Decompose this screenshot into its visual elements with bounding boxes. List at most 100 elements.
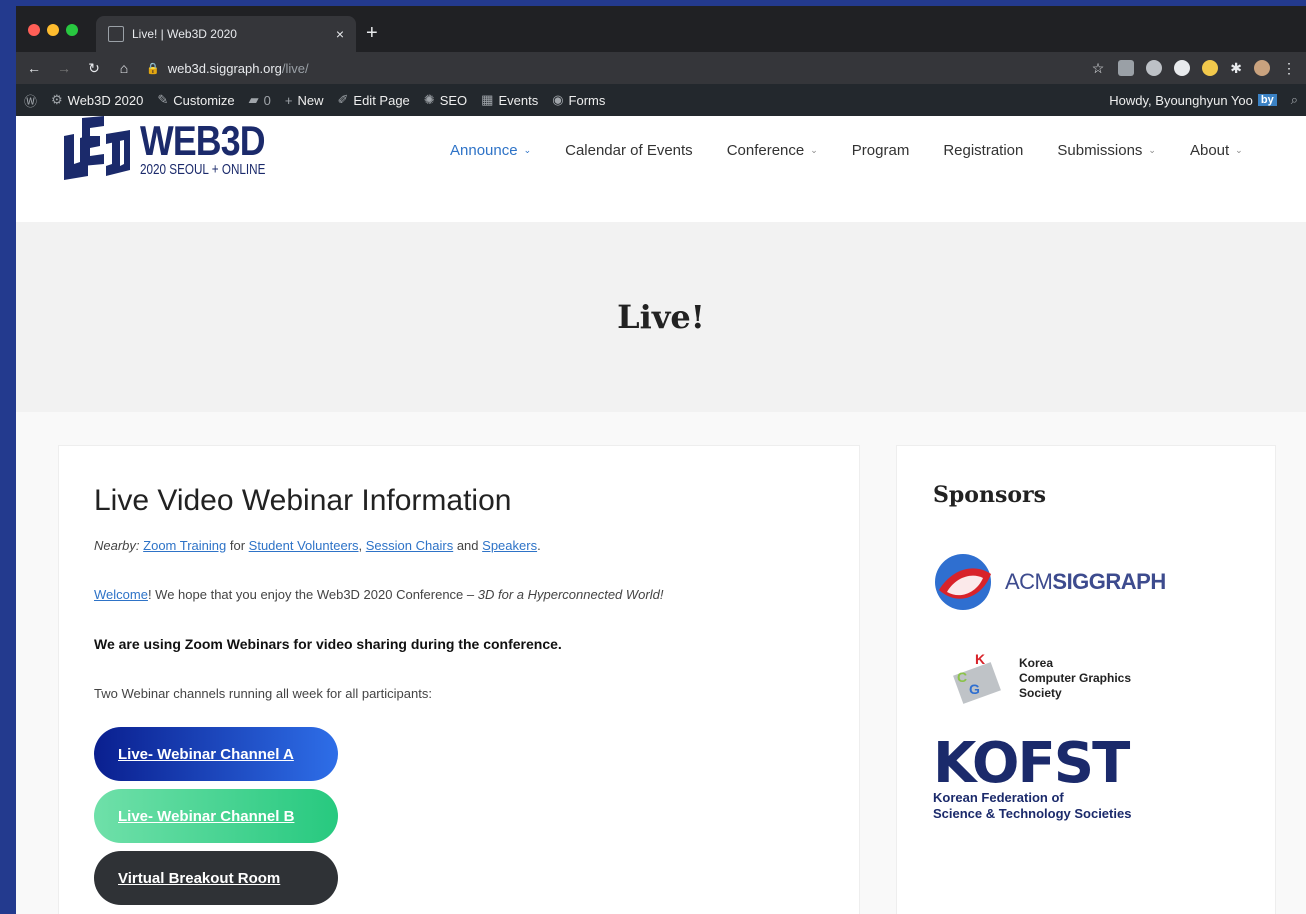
notion-extension-icon[interactable] bbox=[1118, 60, 1135, 76]
web3d-cube-icon bbox=[64, 116, 130, 180]
admin-edit-page-link[interactable]: ✐ Edit Page bbox=[338, 92, 410, 108]
zoom-note: We are using Zoom Webinars for video sha… bbox=[94, 636, 562, 652]
palette-extension-icon[interactable] bbox=[1174, 60, 1191, 76]
page-hero: Live! bbox=[16, 222, 1306, 412]
kcgs-name: Korea Computer Graphics Society bbox=[1019, 656, 1131, 701]
bookmark-star-icon[interactable]: ☆ bbox=[1092, 60, 1105, 77]
calendar-icon: ▦ bbox=[481, 92, 494, 107]
nav-about-label: About bbox=[1189, 142, 1230, 159]
logo-wordmark: WEB3D bbox=[140, 117, 266, 164]
virtual-breakout-room-button[interactable]: Virtual Breakout Room bbox=[94, 851, 338, 905]
pencil-icon: ✐ bbox=[337, 92, 349, 107]
and-text: and bbox=[456, 538, 479, 553]
session-chairs-link[interactable]: Session Chairs bbox=[366, 538, 453, 553]
acm-siggraph-sponsor[interactable]: ACMSIGGRAPH bbox=[933, 552, 1239, 612]
sponsors-title: Sponsors bbox=[933, 482, 1046, 508]
kcgs-sponsor[interactable]: K C G Korea Computer Graphics Society bbox=[947, 648, 1239, 708]
close-window-button[interactable] bbox=[28, 24, 40, 36]
extensions-area: ✱ ⋮ bbox=[1118, 60, 1296, 77]
site-header: WEB3D 2020 SEOUL + ONLINE Announce ⌄ Cale… bbox=[16, 116, 1306, 222]
admin-site-label: Web3D 2020 bbox=[67, 92, 144, 108]
welcome-link[interactable]: Welcome bbox=[94, 587, 148, 602]
admin-avatar: by bbox=[1257, 94, 1277, 106]
url-host: web3d.siggraph.org bbox=[167, 60, 282, 76]
kofst-sponsor[interactable]: KOFST Korean Federation of Science & Tec… bbox=[933, 731, 1239, 822]
nav-registration[interactable]: Registration bbox=[943, 142, 1023, 159]
webinar-channel-a-button[interactable]: Live- Webinar Channel A bbox=[94, 727, 338, 781]
site-logo[interactable]: WEB3D 2020 SEOUL + ONLINE bbox=[60, 116, 301, 182]
tab-close-icon[interactable]: × bbox=[336, 26, 344, 42]
nav-submissions-label: Submissions bbox=[1057, 142, 1143, 159]
for-text: for bbox=[229, 538, 246, 553]
chevron-down-icon: ⌄ bbox=[523, 145, 532, 155]
nav-registration-label: Registration bbox=[943, 142, 1024, 159]
wordpress-logo-icon[interactable]: Ⓦ bbox=[24, 91, 37, 110]
sponsors-sidebar: Sponsors ACMSIGGRAPH K C G Korea Compute… bbox=[897, 446, 1275, 914]
student-volunteers-link[interactable]: Student Volunteers bbox=[249, 538, 359, 553]
admin-howdy-label: Howdy, Byounghyun Yoo bbox=[1109, 92, 1253, 108]
kcgs-k-letter: K bbox=[975, 651, 985, 667]
nearby-paragraph: Nearby: Zoom Training for Student Volunt… bbox=[94, 538, 541, 553]
nav-program[interactable]: Program bbox=[852, 142, 910, 159]
nav-conference[interactable]: Conference ⌄ bbox=[727, 142, 818, 159]
admin-new-link[interactable]: + New bbox=[285, 93, 324, 108]
nav-submissions[interactable]: Submissions ⌄ bbox=[1057, 142, 1156, 159]
kcgs-line-2: Computer Graphics bbox=[1019, 670, 1132, 685]
logo-subtitle: 2020 SEOUL + ONLINE bbox=[140, 161, 266, 178]
admin-search-icon[interactable]: ⌕ bbox=[1291, 92, 1298, 108]
nav-announce[interactable]: Announce ⌄ bbox=[450, 142, 531, 159]
forms-icon: ◉ bbox=[552, 92, 564, 107]
record-extension-icon[interactable] bbox=[1146, 60, 1163, 76]
admin-edit-page-label: Edit Page bbox=[353, 92, 410, 108]
window-controls bbox=[28, 24, 78, 36]
admin-site-link[interactable]: ⚙ Web3D 2020 bbox=[51, 92, 143, 108]
welcome-emphasis: 3D for a Hyperconnected World! bbox=[477, 587, 664, 602]
tab-title: Live! | Web3D 2020 bbox=[132, 27, 237, 41]
period: . bbox=[537, 538, 541, 553]
pencil-extension-icon[interactable] bbox=[1202, 60, 1219, 76]
kcgs-g-letter: G bbox=[969, 681, 980, 697]
home-icon[interactable]: ⌂ bbox=[116, 60, 132, 76]
browser-tab[interactable]: Live! | Web3D 2020 × bbox=[96, 16, 356, 52]
admin-customize-link[interactable]: ✎ Customize bbox=[157, 92, 234, 108]
admin-forms-link[interactable]: ◉ Forms bbox=[552, 92, 605, 108]
reload-icon[interactable]: ↻ bbox=[86, 60, 102, 77]
welcome-text: ! We hope that you enjoy the Web3D 2020 … bbox=[147, 587, 478, 602]
kcgs-line-3: Society bbox=[1019, 685, 1062, 700]
kofst-wordmark: KOFST bbox=[933, 731, 1130, 796]
minimize-window-button[interactable] bbox=[47, 24, 59, 36]
back-icon[interactable]: ← bbox=[26, 60, 42, 76]
nav-calendar-of-events[interactable]: Calendar of Events bbox=[565, 142, 693, 159]
webinar-channel-b-button[interactable]: Live- Webinar Channel B bbox=[94, 789, 338, 843]
admin-new-label: New bbox=[297, 92, 324, 108]
address-bar[interactable]: 🔒 web3d.siggraph.org/live/ bbox=[146, 56, 1078, 80]
new-tab-button[interactable]: + bbox=[366, 22, 378, 45]
plus-icon: + bbox=[284, 92, 293, 108]
acm-siggraph-logo-icon bbox=[935, 554, 991, 610]
siggraph-text: SIGGRAPH bbox=[1052, 569, 1166, 594]
puzzle-extensions-icon[interactable]: ✱ bbox=[1230, 60, 1242, 77]
nav-conference-label: Conference bbox=[726, 142, 805, 159]
speakers-link[interactable]: Speakers bbox=[482, 538, 537, 553]
brush-icon: ✎ bbox=[157, 92, 169, 107]
zoom-window-button[interactable] bbox=[66, 24, 78, 36]
admin-seo-link[interactable]: ✺ SEO bbox=[424, 92, 467, 108]
forward-icon[interactable]: → bbox=[56, 60, 72, 76]
admin-events-link[interactable]: ▦ Events bbox=[481, 92, 538, 108]
admin-account-link[interactable]: Howdy, Byounghyun Yoo by bbox=[1109, 92, 1277, 108]
profile-avatar-icon[interactable] bbox=[1254, 60, 1270, 76]
admin-comments-link[interactable]: ▰ 0 bbox=[249, 92, 271, 108]
browser-menu-icon[interactable]: ⋮ bbox=[1282, 60, 1296, 77]
nav-about[interactable]: About ⌄ bbox=[1190, 142, 1243, 159]
kofst-line-2: Science & Technology Societies bbox=[933, 806, 1132, 821]
zoom-training-link[interactable]: Zoom Training bbox=[143, 538, 226, 553]
article-heading: Live Video Webinar Information bbox=[94, 484, 512, 517]
chevron-down-icon: ⌄ bbox=[810, 145, 818, 155]
url-path: /live/ bbox=[281, 60, 309, 76]
admin-events-label: Events bbox=[498, 92, 539, 108]
browser-window: Live! | Web3D 2020 × + ← → ↻ ⌂ 🔒 web3d.s… bbox=[16, 6, 1306, 914]
admin-forms-label: Forms bbox=[568, 92, 606, 108]
browser-toolbar: ← → ↻ ⌂ 🔒 web3d.siggraph.org/live/ ☆ ✱ ⋮ bbox=[16, 52, 1306, 84]
site-favicon-icon bbox=[108, 26, 124, 42]
chevron-down-icon: ⌄ bbox=[1148, 145, 1156, 155]
